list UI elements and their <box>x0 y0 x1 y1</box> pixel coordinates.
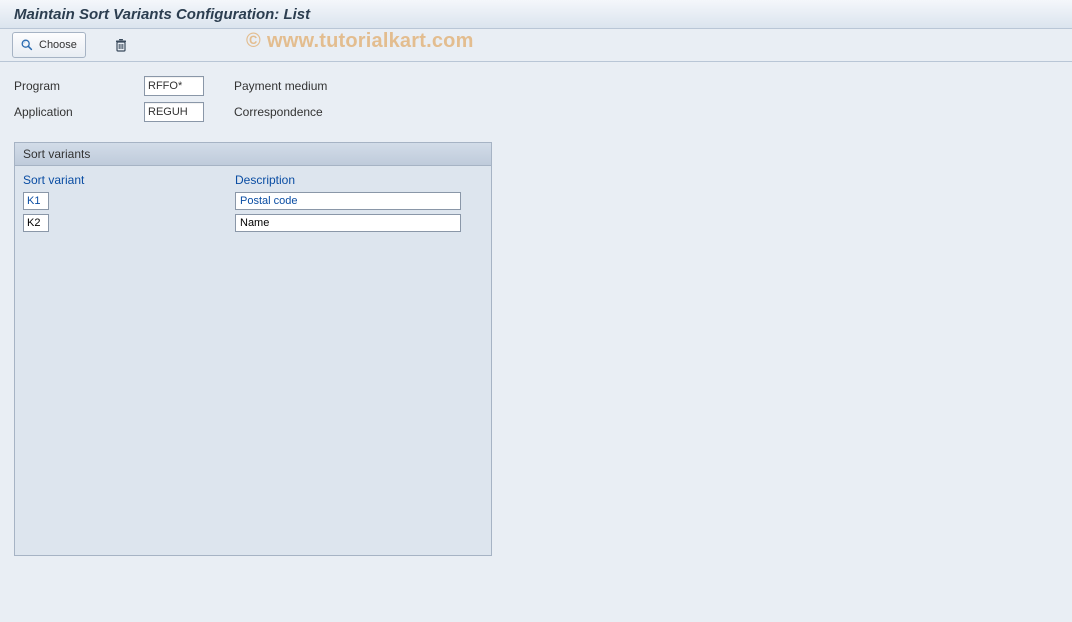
magnifier-icon <box>19 37 35 53</box>
application-input[interactable] <box>144 102 204 122</box>
description-text: Name <box>240 217 269 229</box>
table-row: K1 Postal code <box>21 190 485 212</box>
program-input[interactable] <box>144 76 204 96</box>
table-row: K2 Name <box>21 212 485 234</box>
content-area: Program Payment medium Application Corre… <box>0 62 1072 568</box>
toolbar: Choose <box>0 29 1072 62</box>
sort-variants-panel: Sort variants Sort variant Description K… <box>14 142 492 556</box>
variant-cell[interactable]: K1 <box>23 192 49 210</box>
col-header-variant: Sort variant <box>23 173 84 187</box>
panel-title: Sort variants <box>15 143 491 166</box>
variant-cell[interactable]: K2 <box>23 214 49 232</box>
application-description: Correspondence <box>234 105 323 119</box>
form-row-program: Program Payment medium <box>14 74 1058 98</box>
program-label: Program <box>14 79 144 93</box>
col-header-description: Description <box>235 173 295 187</box>
page-title: Maintain Sort Variants Configuration: Li… <box>14 6 310 23</box>
trash-icon <box>113 37 129 53</box>
title-bar: Maintain Sort Variants Configuration: Li… <box>0 0 1072 29</box>
variant-link[interactable]: K1 <box>27 195 40 207</box>
description-link[interactable]: Postal code <box>240 195 297 207</box>
application-label: Application <box>14 105 144 119</box>
variant-text: K2 <box>27 217 40 229</box>
program-description: Payment medium <box>234 79 327 93</box>
panel-body: Sort variant Description K1 Postal code <box>15 166 491 555</box>
choose-button-label: Choose <box>39 39 77 51</box>
choose-button[interactable]: Choose <box>12 32 86 58</box>
delete-button[interactable] <box>110 35 132 55</box>
description-cell[interactable]: Name <box>235 214 461 232</box>
description-cell[interactable]: Postal code <box>235 192 461 210</box>
form-row-application: Application Correspondence <box>14 100 1058 124</box>
grid-header: Sort variant Description <box>21 170 485 190</box>
